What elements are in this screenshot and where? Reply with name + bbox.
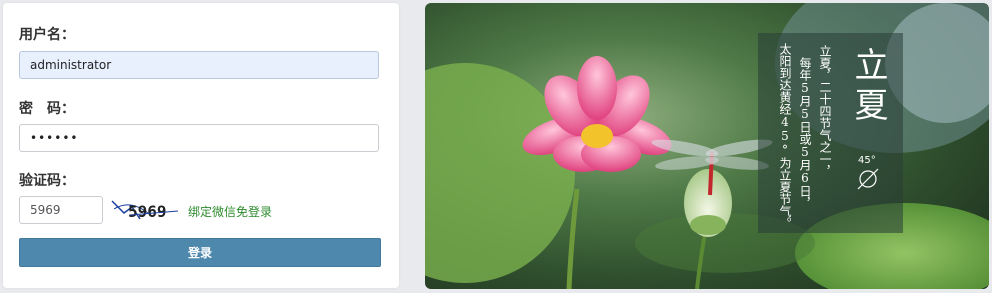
solar-term-banner: 立夏 立夏，二十四节气之一， 每年5月5日或5月6日， 太阳到达黄经45°为立夏… [425,3,989,289]
password-label: 密 码： [19,101,75,117]
degree-label: 45° [858,155,876,166]
term-desc-col1: 立夏，二十四节气之一， [818,45,832,177]
username-input[interactable]: administrator [19,51,379,79]
captcha-image[interactable]: 5969 [110,195,180,223]
term-desc-col2: 每年5月5日或5月6日， [798,57,812,209]
wechat-bind-link[interactable]: 绑定微信免登录 [188,203,272,220]
password-input[interactable]: •••••• [19,124,379,152]
captcha-label: 验证码： [19,173,75,189]
sun-angle-icon [857,168,879,190]
captcha-text: 5969 [128,202,167,221]
login-panel: 用户名： administrator 密 码： •••••• 验证码： 5969… [3,3,399,288]
captcha-input[interactable]: 5969 [19,196,103,224]
term-desc-col3: 太阳到达黄经45°为立夏节气。 [778,43,792,229]
term-title: 立夏 [848,47,888,127]
lotus-photo [425,3,989,289]
solar-term-caption: 立夏 立夏，二十四节气之一， 每年5月5日或5月6日， 太阳到达黄经45°为立夏… [758,33,903,233]
username-label: 用户名： [19,27,75,43]
login-button[interactable]: 登录 [19,238,381,267]
